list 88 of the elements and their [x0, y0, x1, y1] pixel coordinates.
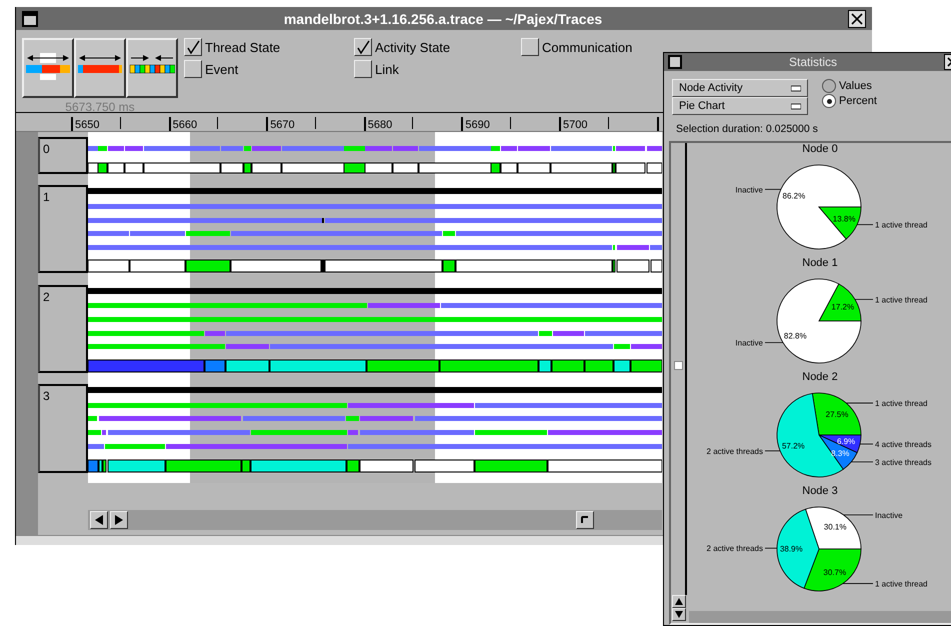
dropdown-icon	[791, 102, 801, 110]
percent-label: 86.2%	[782, 191, 806, 200]
category-label: Inactive	[875, 510, 903, 520]
leader-line	[764, 342, 784, 343]
dropdown[interactable]: Pie Chart	[672, 97, 808, 115]
ruler-label: 5650	[75, 120, 100, 131]
radio-label: Percent	[839, 95, 877, 107]
window-title: Statistics	[788, 55, 838, 69]
close-icon[interactable]	[848, 10, 866, 28]
checkbox[interactable]	[184, 38, 202, 56]
checkbox-label: Activity State	[375, 40, 450, 54]
checkbox[interactable]	[354, 38, 372, 56]
checkbox-label: Thread State	[205, 40, 280, 54]
category-label: 1 active thread	[875, 220, 928, 230]
category-label: 3 active threads	[875, 458, 932, 467]
left-arrow-icon	[94, 515, 104, 525]
window-menu-icon[interactable]	[22, 10, 38, 26]
chart-title: Node 2	[801, 371, 839, 385]
leader-line	[843, 514, 874, 516]
category-label: Inactive	[735, 185, 763, 194]
category-label: 2 active threads	[706, 446, 763, 456]
dropdown-icon	[791, 84, 801, 92]
horizontal-scrollbar[interactable]	[88, 510, 662, 530]
ruler-label: 5680	[368, 120, 392, 131]
checkbox[interactable]	[184, 60, 202, 78]
zoom-button[interactable]	[74, 38, 126, 98]
vertical-scrollbar[interactable]	[671, 143, 687, 595]
chart-title: Node 0	[801, 143, 839, 157]
percent-label: 17.2%	[831, 302, 854, 312]
checkbox[interactable]	[521, 38, 539, 56]
checkbox-label: Event	[205, 62, 238, 76]
scroll-left-button[interactable]	[90, 511, 108, 529]
percent-label: 27.5%	[826, 410, 848, 419]
percent-label: 38.9%	[780, 544, 803, 554]
window-title: mandelbrot.3+1.16.256.a.trace — ~/Pajex/Traces	[282, 10, 604, 26]
node-label: 0	[38, 137, 88, 174]
category-label: Inactive	[735, 338, 763, 348]
checkbox-label: Communication	[542, 40, 632, 54]
node-label: 2	[38, 285, 88, 373]
radio-button[interactable]	[822, 94, 836, 108]
percent-label: 57.2%	[782, 441, 805, 450]
leader-line	[764, 548, 778, 549]
time-readout: 5673.750 ms	[65, 100, 135, 114]
right-arrow-icon	[114, 515, 124, 525]
leader-line	[854, 299, 874, 300]
category-label: 2 active threads	[706, 544, 763, 554]
arrows-color-bar-icon	[25, 53, 71, 83]
leader-line	[764, 188, 782, 190]
checkbox-label: Link	[375, 62, 399, 76]
category-label: 1 active thread	[875, 399, 928, 408]
category-label: 4 active threads	[875, 440, 932, 450]
ruler-label: 5690	[465, 120, 490, 131]
ruler-label: 5700	[562, 120, 588, 131]
up-arrow-icon	[675, 598, 683, 605]
window-menu-icon[interactable]	[668, 55, 682, 69]
node-label: 3	[38, 384, 88, 473]
horizontal-scrollbar[interactable]	[689, 611, 951, 623]
down-arrow-icon	[675, 611, 683, 618]
category-label: 1 active thread	[875, 295, 928, 304]
leader-line	[842, 583, 874, 584]
scroll-up-button[interactable]	[672, 595, 686, 608]
percent-label: 30.7%	[823, 568, 846, 577]
zoom-button[interactable]	[22, 38, 74, 98]
checkbox[interactable]	[354, 60, 372, 78]
percent-label: 6.9%	[836, 436, 856, 446]
scroll-thumb[interactable]	[576, 511, 594, 529]
radio-button[interactable]	[822, 79, 836, 93]
percent-label: 13.8%	[832, 214, 856, 224]
zoom-button[interactable]	[126, 38, 178, 98]
dropdown[interactable]: Node Activity	[672, 79, 808, 97]
scroll-down-button[interactable]	[672, 608, 686, 621]
scroll-right-button[interactable]	[110, 511, 128, 529]
scroll-marker[interactable]	[674, 361, 683, 370]
node-label: 1	[38, 185, 88, 273]
percent-label: 82.8%	[784, 331, 807, 340]
leader-line	[846, 402, 874, 404]
chart-title: Node 1	[801, 257, 839, 271]
ruler-label: 5660	[172, 120, 198, 131]
selection-duration: Selection duration: 0.025000 s	[676, 123, 819, 135]
percent-label: 8.3%	[831, 448, 850, 458]
category-label: 1 active thread	[875, 580, 928, 589]
leader-line	[764, 450, 780, 452]
radio-label: Values	[839, 80, 872, 92]
ruler-label: 5670	[270, 120, 295, 131]
leader-line	[856, 224, 874, 226]
chart-title: Node 3	[801, 485, 839, 499]
percent-label: 30.1%	[824, 522, 846, 532]
knob-icon	[581, 516, 589, 524]
